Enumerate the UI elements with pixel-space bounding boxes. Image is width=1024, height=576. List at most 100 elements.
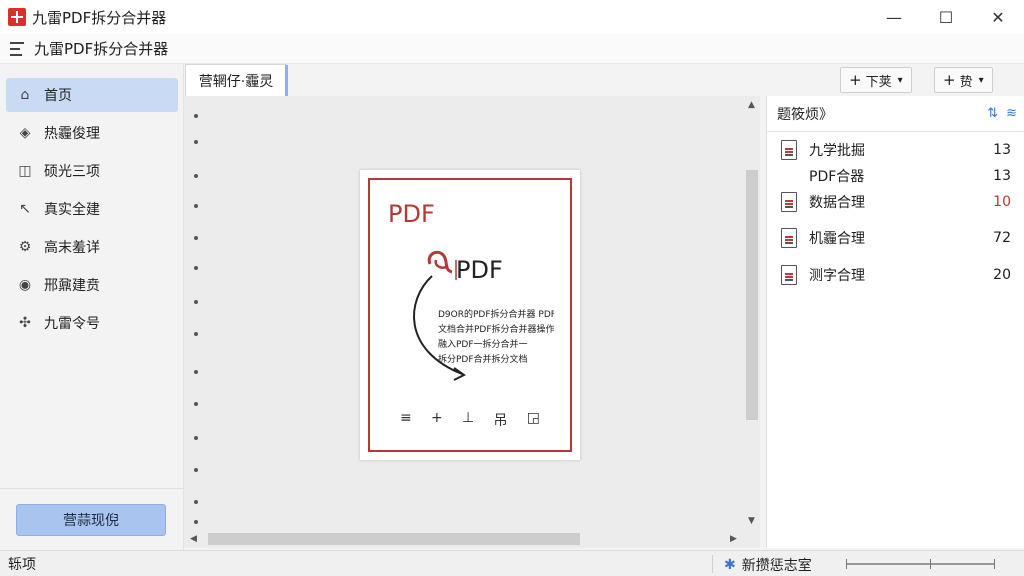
settings-icon[interactable]: ✱ — [724, 557, 736, 573]
toolbar-button-label: 贽 — [959, 74, 973, 90]
save-icon: ◲ — [526, 410, 540, 426]
gear-icon: ⚙ — [18, 239, 32, 255]
window-title: 九雷PDF拆分合并器 — [32, 8, 167, 27]
pdf-file-icon — [781, 192, 797, 212]
file-count: 13 — [993, 142, 1011, 158]
sidebar-item-2[interactable]: ◈ 热霾俊理 — [6, 116, 178, 150]
file-name: 九学批掘 — [809, 143, 865, 159]
plus-icon: + — [431, 410, 443, 426]
preview-line: 融入PDF一拆分合并一 — [438, 340, 528, 350]
chevron-down-icon: ▾ — [978, 74, 984, 86]
chevron-down-icon: ▾ — [897, 74, 903, 86]
clock-icon: ◉ — [18, 277, 32, 293]
sidebar: ⌂ 首页 ◈ 热霾俊理 ◫ 硕光三项 ↖ 真实全建 ⚙ 高末羞详 ◉ 邢鼐建贲 … — [0, 64, 184, 550]
puzzle-icon: ✣ — [19, 315, 31, 331]
plus-icon: + — [943, 71, 956, 89]
pdf-page-preview[interactable]: PDF PDF D9OR的PDF拆分合并器 PDF 文档合并PDF拆分合并器操作… — [360, 170, 580, 460]
file-name: 数据合理 — [809, 195, 865, 211]
sidebar-item-3[interactable]: ◫ 硕光三项 — [6, 154, 178, 188]
pdf-file-icon — [781, 140, 797, 160]
file-count: 72 — [993, 230, 1011, 246]
scroll-up-icon[interactable]: ▲ — [748, 100, 755, 110]
toolbar-button-1[interactable]: + 下荚 ▾ — [840, 67, 912, 93]
menu-bar: 九雷PDF拆分合并器 — [0, 34, 1024, 64]
sort-icon[interactable]: ⇅ — [987, 106, 998, 121]
split-icon: 吊 — [493, 413, 508, 429]
sidebar-item-label: 高末羞详 — [44, 240, 100, 256]
list-icon: ≡ — [400, 410, 412, 426]
scroll-left-icon[interactable]: ◀ — [190, 534, 197, 544]
pdf-file-icon — [781, 265, 797, 285]
menu-icon[interactable] — [10, 41, 24, 56]
file-count: 13 — [993, 168, 1011, 184]
maximize-button[interactable]: ☐ — [920, 0, 972, 34]
preview-text-block: D9OR的PDF拆分合并器 PDF 文档合并PDF拆分合并器操作 融入PDF一拆… — [438, 308, 554, 368]
home-icon: ⌂ — [20, 87, 30, 103]
file-icon — [781, 228, 797, 248]
status-right-text: 新攒惩志室 — [741, 558, 812, 574]
bookmark-icon: ◫ — [18, 163, 32, 179]
chart-icon: ⊥ — [462, 410, 475, 426]
preview-line: 拆分PDF合并拆分文档 — [438, 355, 528, 365]
toolbar-button-2[interactable]: + 贽 ▾ — [934, 67, 993, 93]
horizontal-scroll-thumb[interactable] — [208, 533, 580, 545]
sidebar-action-button[interactable]: 营蒜现倪 — [16, 504, 166, 536]
title-bar: 九雷PDF拆分合并器 — ☐ ✕ — [0, 0, 1024, 34]
list-item[interactable]: PDF合器 13 — [781, 164, 1011, 188]
list-item[interactable]: 机霾合理 72 — [781, 226, 1011, 250]
sidebar-item-5[interactable]: ⚙ 高末羞详 — [6, 230, 178, 264]
sidebar-item-label: 真实全建 — [44, 202, 100, 218]
document-canvas[interactable]: PDF PDF D9OR的PDF拆分合并器 PDF 文档合并PDF拆分合并器操作… — [184, 96, 760, 548]
tab-document[interactable]: 营辋仔·霾灵 — [185, 64, 288, 97]
list-item[interactable]: 测字合理 20 — [781, 263, 1011, 287]
sidebar-item-7[interactable]: ✣ 九雷令号 — [6, 306, 178, 340]
status-bar: 轹项 ✱ 新攒惩志室 — [0, 550, 1024, 576]
panel-header: 题筱烦》 ⇅ ≋ — [767, 96, 1024, 132]
sidebar-item-label: 硕光三项 — [44, 164, 100, 180]
page-dot-strip — [191, 114, 201, 524]
menu-title: 九雷PDF拆分合并器 — [34, 40, 169, 58]
panel-header-icons: ⇅ ≋ — [987, 106, 1017, 121]
sidebar-item-label: 首页 — [44, 88, 72, 104]
collapse-icon[interactable]: ≋ — [1006, 106, 1017, 121]
sidebar-item-label: 九雷令号 — [44, 316, 100, 332]
file-list-panel: 题筱烦》 ⇅ ≋ 九学批掘 13 PDF合器 13 数据合理 10 机霾合理 7… — [766, 96, 1024, 548]
sidebar-item-home[interactable]: ⌂ 首页 — [6, 78, 178, 112]
close-button[interactable]: ✕ — [972, 0, 1024, 34]
sidebar-item-label: 热霾俊理 — [44, 126, 100, 142]
zoom-slider[interactable] — [846, 563, 994, 565]
file-count: 20 — [993, 267, 1011, 283]
app-logo-icon — [8, 8, 26, 26]
minimize-button[interactable]: — — [868, 0, 920, 34]
sidebar-item-6[interactable]: ◉ 邢鼐建贲 — [6, 268, 178, 302]
scroll-right-icon[interactable]: ▶ — [730, 534, 737, 544]
pdf-heading: PDF — [388, 200, 435, 228]
pointer-icon: ↖ — [19, 201, 31, 217]
tab-strip: 营辋仔·霾灵 + 下荚 ▾ + 贽 ▾ — [184, 64, 1024, 97]
toolbar-button-label: 下荚 — [865, 74, 892, 90]
panel-title: 题筱烦》 — [777, 106, 833, 123]
tag-icon: ◈ — [19, 125, 31, 141]
sidebar-item-label: 邢鼐建贲 — [44, 278, 100, 294]
file-name: 机霾合理 — [809, 231, 865, 247]
vertical-scroll-thumb[interactable] — [746, 170, 758, 420]
window-controls: — ☐ ✕ — [868, 0, 1024, 34]
status-right: ✱ 新攒惩志室 — [724, 555, 812, 575]
file-name: 测字合理 — [809, 268, 865, 284]
scroll-down-icon[interactable]: ▼ — [748, 516, 755, 526]
list-item[interactable]: 九学批掘 13 — [781, 138, 1011, 162]
file-name: PDF合器 — [809, 169, 865, 185]
plus-icon: + — [849, 71, 862, 89]
zoom-tick — [846, 559, 847, 569]
status-divider — [712, 555, 713, 573]
zoom-slider-handle[interactable] — [930, 559, 931, 569]
status-text: 轹项 — [8, 556, 36, 573]
preview-line: 文档合并PDF拆分合并器操作 — [438, 325, 554, 335]
list-item[interactable]: 数据合理 10 — [781, 190, 1011, 214]
preview-icon-row: ≡ + ⊥ 吊 ◲ — [400, 410, 540, 430]
zoom-tick — [994, 559, 995, 569]
preview-line: D9OR的PDF拆分合并器 PDF — [438, 310, 554, 320]
sidebar-divider — [0, 488, 183, 489]
sidebar-item-4[interactable]: ↖ 真实全建 — [6, 192, 178, 226]
file-spacer — [781, 166, 797, 186]
